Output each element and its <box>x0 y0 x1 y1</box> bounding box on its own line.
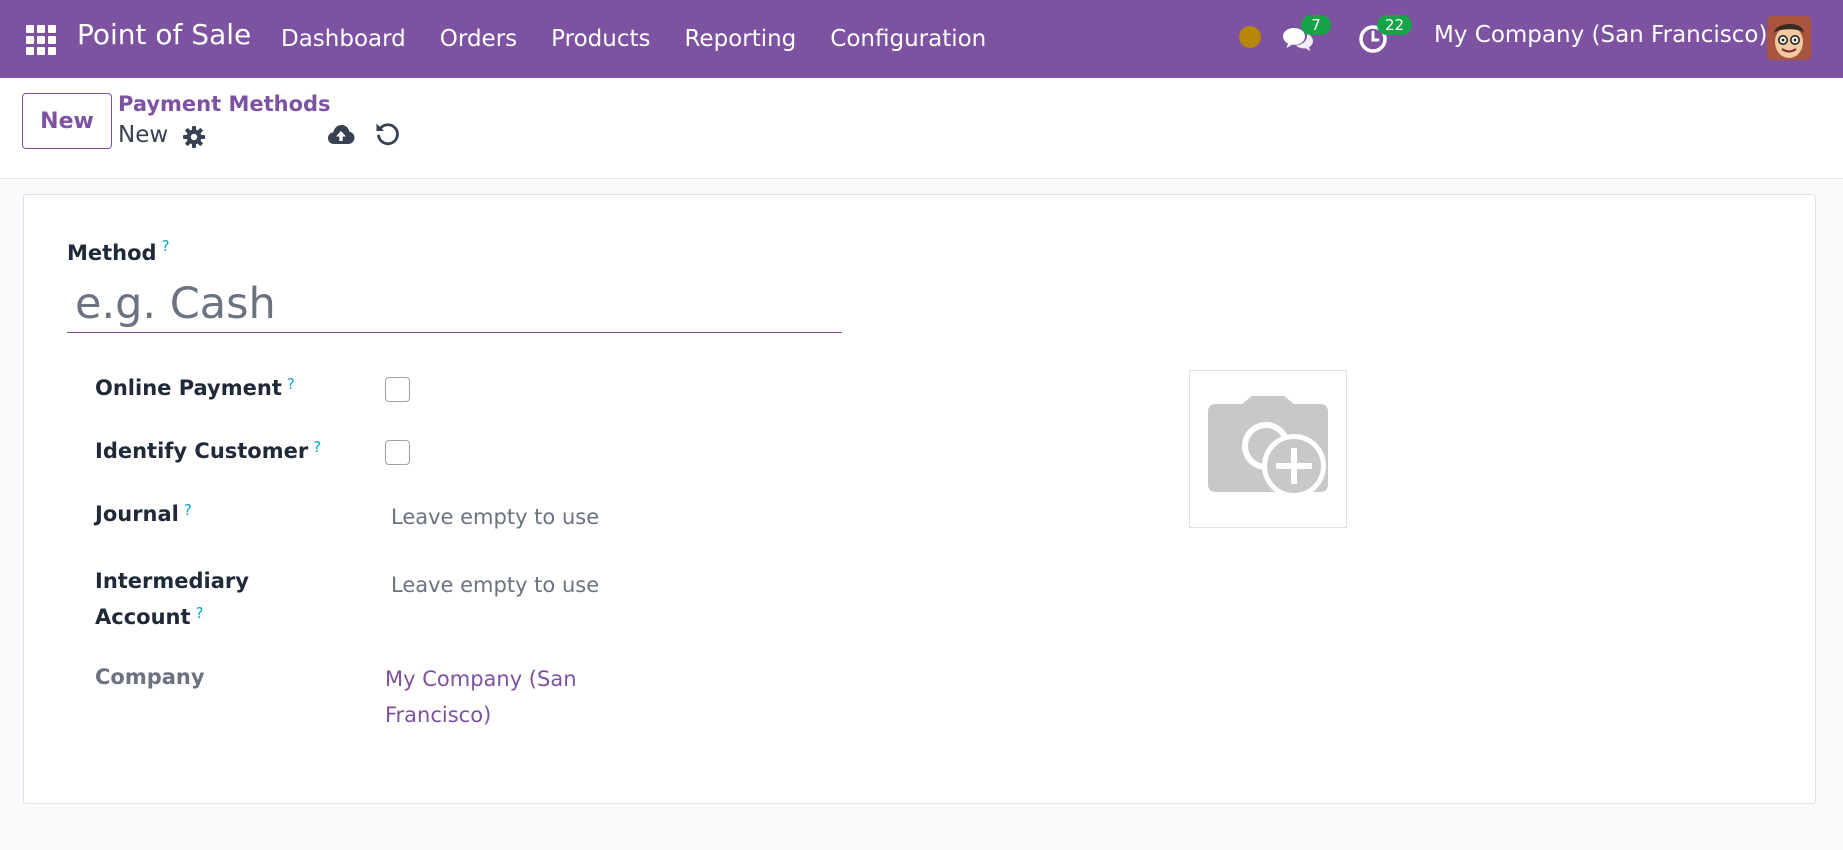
menu-item-reporting[interactable]: Reporting <box>667 26 813 52</box>
control-panel: New Payment Methods New <box>0 78 1843 179</box>
company-switcher[interactable]: My Company (San Francisco) <box>1434 22 1767 48</box>
identify-customer-label: Identify Customer? <box>95 438 322 463</box>
menu-item-configuration[interactable]: Configuration <box>813 26 1003 52</box>
journal-help-tooltip[interactable]: ? <box>184 501 192 519</box>
status-dot[interactable] <box>1239 26 1261 48</box>
intermediary-account-label: Intermediary Account? <box>95 569 249 629</box>
camera-add-icon <box>1208 396 1328 498</box>
activities-badge: 22 <box>1377 15 1413 35</box>
online-payment-label: Online Payment? <box>95 375 295 400</box>
image-upload-placeholder[interactable] <box>1189 370 1347 528</box>
identify-customer-checkbox[interactable] <box>385 440 410 465</box>
messages-button[interactable]: 7 <box>1279 15 1331 56</box>
gear-icon[interactable] <box>182 125 206 149</box>
identify-customer-help-tooltip[interactable]: ? <box>313 438 321 456</box>
app-brand[interactable]: Point of Sale <box>77 18 251 51</box>
messages-badge: 7 <box>1301 15 1331 35</box>
intermediary-account-input[interactable] <box>385 568 600 602</box>
record-title: New <box>118 122 169 148</box>
new-button[interactable]: New <box>22 93 112 149</box>
journal-label: Journal? <box>95 501 192 526</box>
main-menu: Dashboard Orders Products Reporting Conf… <box>264 0 1003 78</box>
menu-item-products[interactable]: Products <box>534 26 667 52</box>
form-sheet: Method? Online Payment? Identify Custome… <box>23 194 1816 804</box>
breadcrumb-payment-methods[interactable]: Payment Methods <box>118 92 331 116</box>
company-label: Company <box>95 665 205 689</box>
intermediary-account-help-tooltip[interactable]: ? <box>196 604 204 622</box>
online-payment-checkbox[interactable] <box>385 377 410 402</box>
method-name-input[interactable] <box>67 275 842 333</box>
activities-button[interactable]: 22 <box>1355 15 1413 56</box>
discard-undo-icon[interactable] <box>374 120 402 148</box>
menu-item-orders[interactable]: Orders <box>423 26 534 52</box>
method-help-tooltip[interactable]: ? <box>162 237 170 255</box>
online-payment-help-tooltip[interactable]: ? <box>287 375 295 393</box>
method-label: Method? <box>67 237 170 265</box>
menu-item-dashboard[interactable]: Dashboard <box>264 26 423 52</box>
apps-grid-icon[interactable] <box>26 25 56 55</box>
journal-input[interactable] <box>385 500 600 534</box>
top-navbar: Point of Sale Dashboard Orders Products … <box>0 0 1843 78</box>
user-avatar[interactable] <box>1767 16 1811 60</box>
cloud-upload-icon[interactable] <box>326 120 356 150</box>
company-value-link[interactable]: My Company (San Francisco) <box>385 661 605 733</box>
